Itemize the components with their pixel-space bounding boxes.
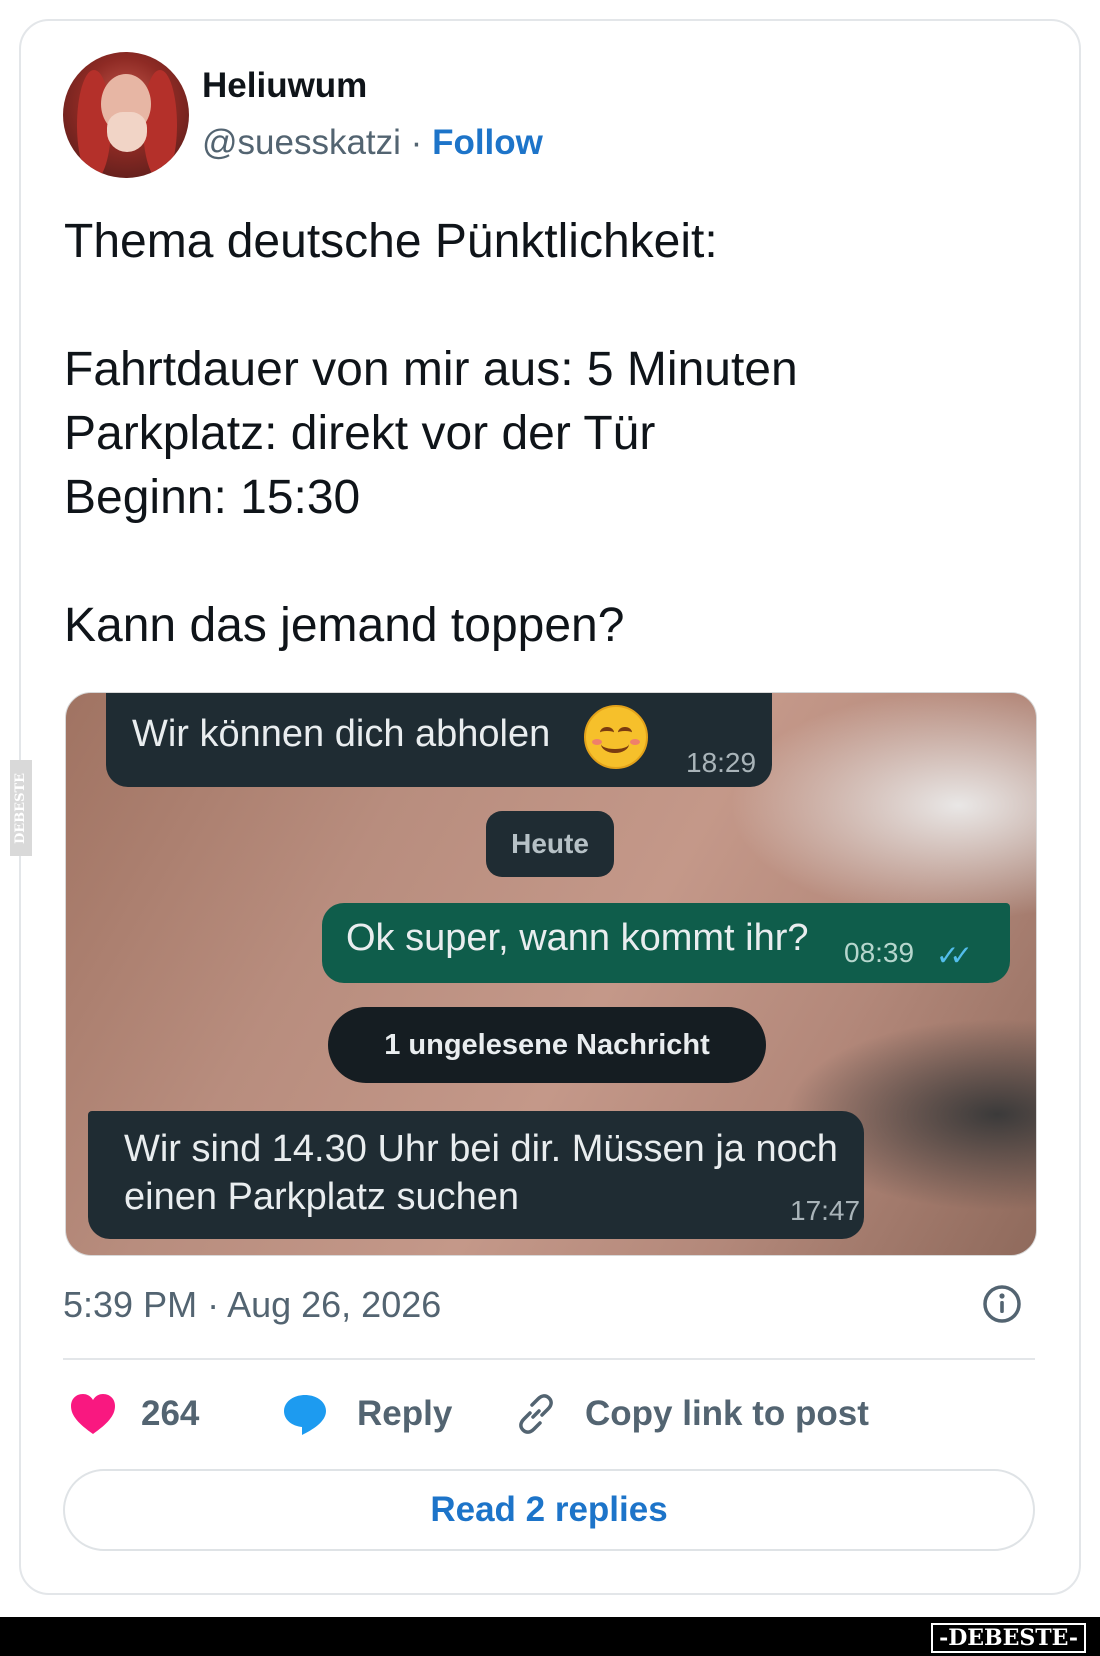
tweet-line: Parkplatz: direkt vor der Tür [64,407,656,460]
tweet-actions: 264 Reply Copy link to post [63,1384,1035,1444]
side-watermark: DEBESTE [10,760,32,856]
message-text: Wir sind 14.30 Uhr bei dir. Müssen ja no… [124,1128,838,1218]
incoming-message-bubble: Wir können dich abholen 18:29 [106,693,772,787]
tweet-line: Fahrtdauer von mir aus: 5 Minuten [64,343,798,396]
tweet-text: Thema deutsche Pünktlichkeit: Fahrtdauer… [64,210,1024,658]
incoming-message-bubble: Wir sind 14.30 Uhr bei dir. Müssen ja no… [88,1111,864,1239]
author-handle-line: @suesskatzi · Follow [202,123,543,163]
reply-label: Reply [357,1394,453,1433]
tweet-timestamp[interactable]: 5:39 PM · Aug 26, 2026 [63,1284,441,1326]
divider [63,1358,1035,1360]
avatar[interactable] [63,52,189,178]
like-button[interactable]: 264 [69,1384,199,1444]
message-time: 17:47 [790,1195,861,1226]
message-time: 08:39 [844,937,915,968]
copy-link-button[interactable]: Copy link to post [513,1384,869,1444]
author-handle[interactable]: @suesskatzi [202,123,401,162]
speech-bubble-icon [284,1395,326,1435]
bottom-watermark-bar: -DEBESTE- [0,1617,1100,1656]
unread-messages-badge: 1 ungelesene Nachricht [328,1007,766,1083]
info-icon[interactable] [982,1284,1022,1324]
handle-separator: · [410,123,423,162]
tweet-line [64,530,1024,594]
message-text: Ok super, wann kommt ihr? [346,917,809,959]
tweet-line: Beginn: 15:30 [64,471,361,524]
message-text: Wir können dich abholen [132,713,551,755]
tweet-line [64,274,1024,338]
tweet-line: Thema deutsche Pünktlichkeit: [64,215,718,268]
author-name[interactable]: Heliuwum [202,66,367,106]
link-icon [519,1394,553,1434]
message-time: 18:29 [686,747,757,778]
read-replies-button[interactable]: Read 2 replies [63,1469,1035,1551]
outgoing-message-bubble: Ok super, wann kommt ihr? 08:39 ✓✓ [322,903,1010,983]
follow-button[interactable]: Follow [432,123,543,162]
chat-screenshot-image[interactable]: Wir können dich abholen 18:29 Heute Ok s… [65,692,1037,1256]
brand-watermark: -DEBESTE- [931,1623,1086,1653]
copy-link-label: Copy link to post [585,1394,869,1433]
double-check-icon: ✓✓ [936,940,973,971]
like-count: 264 [141,1394,200,1433]
heart-icon [71,1394,115,1434]
reply-button[interactable]: Reply [281,1384,452,1444]
day-separator: Heute [486,811,614,877]
smiling-emoji-icon [584,705,648,769]
tweet-line: Kann das jemand toppen? [64,599,625,652]
